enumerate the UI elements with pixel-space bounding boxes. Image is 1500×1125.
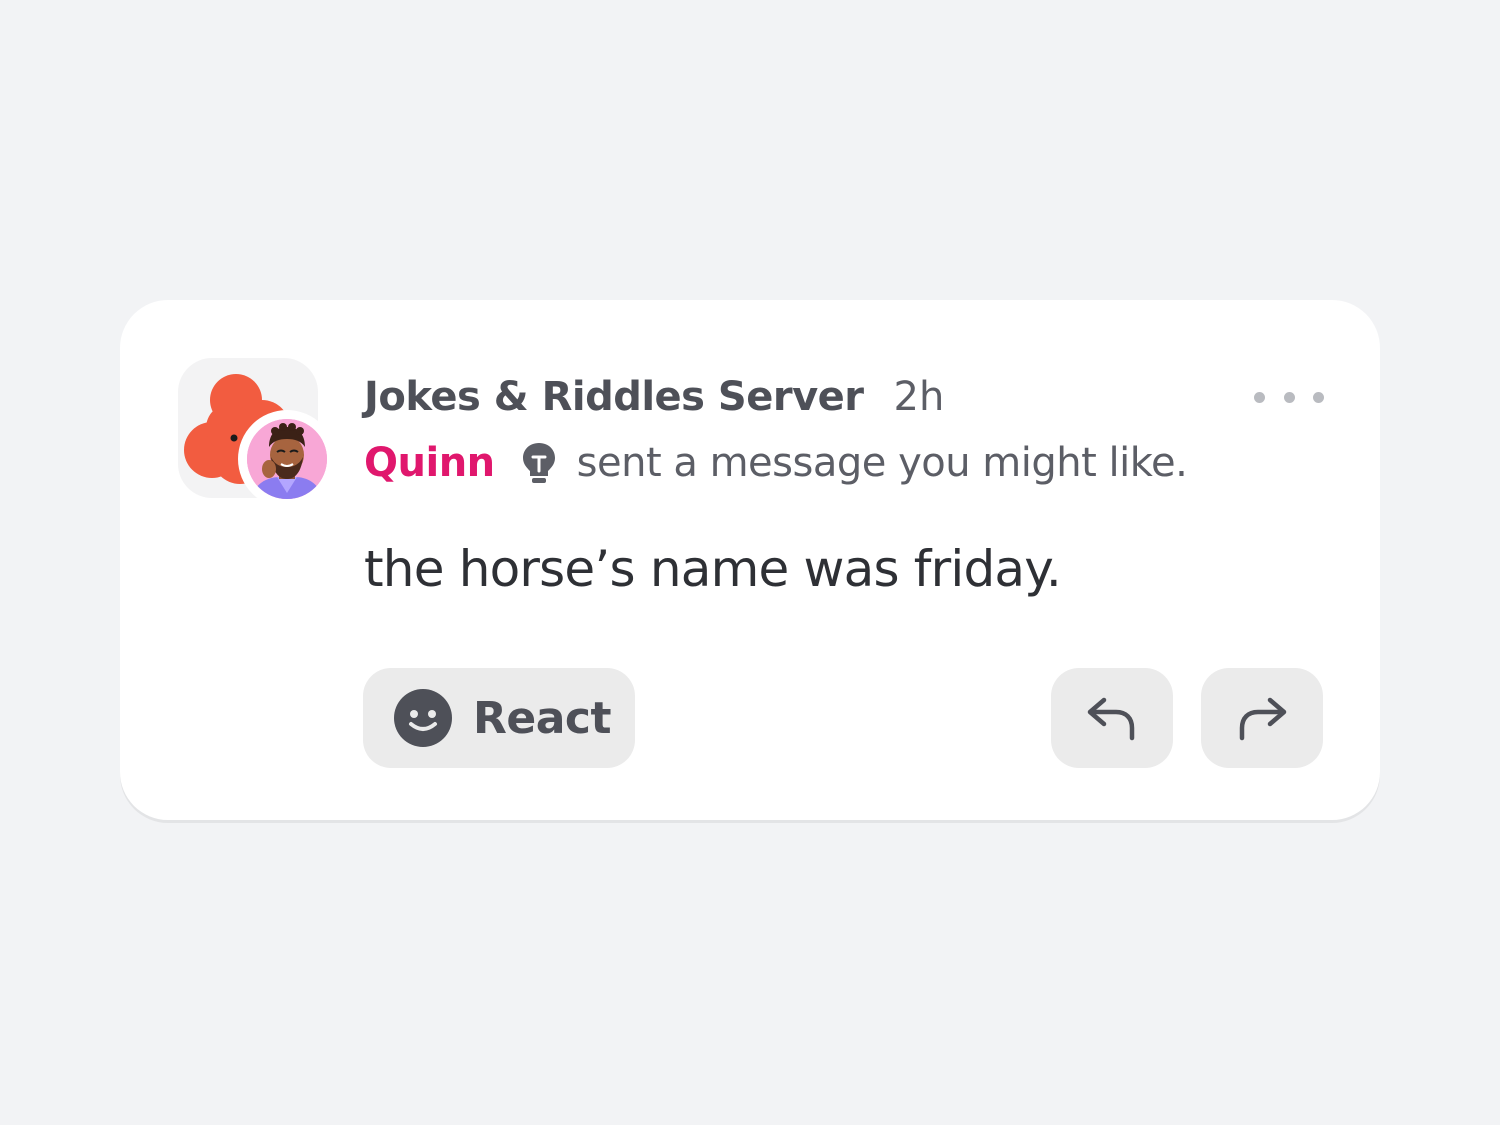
notification-header: Jokes & Riddles Server 2h [364, 374, 944, 428]
lightbulb-icon [521, 441, 557, 485]
react-label: React [473, 692, 612, 744]
more-dot [1313, 391, 1324, 403]
forward-button[interactable] [1201, 668, 1323, 768]
reply-arrow-icon [1087, 697, 1135, 741]
more-dot [1254, 391, 1265, 403]
forward-arrow-icon [1239, 697, 1287, 741]
user-avatar[interactable] [238, 410, 336, 508]
smiley-icon [394, 689, 452, 747]
avatar-image [247, 419, 327, 499]
sender-name[interactable]: Quinn [364, 440, 495, 486]
action-text: sent a message you might like. [576, 440, 1188, 486]
notification-card[interactable]: Jokes & Riddles Server 2h Quinn sent a m… [120, 300, 1380, 820]
reply-button[interactable] [1051, 668, 1173, 768]
server-name[interactable]: Jokes & Riddles Server [364, 374, 864, 420]
message-text[interactable]: the horse’s name was friday. [364, 540, 1062, 598]
notification-subline: Quinn sent a message you might like. [364, 436, 1188, 490]
more-dot [1283, 391, 1295, 403]
react-button[interactable]: React [363, 668, 635, 768]
timestamp: 2h [893, 374, 945, 420]
more-options-button[interactable] [1254, 382, 1324, 412]
